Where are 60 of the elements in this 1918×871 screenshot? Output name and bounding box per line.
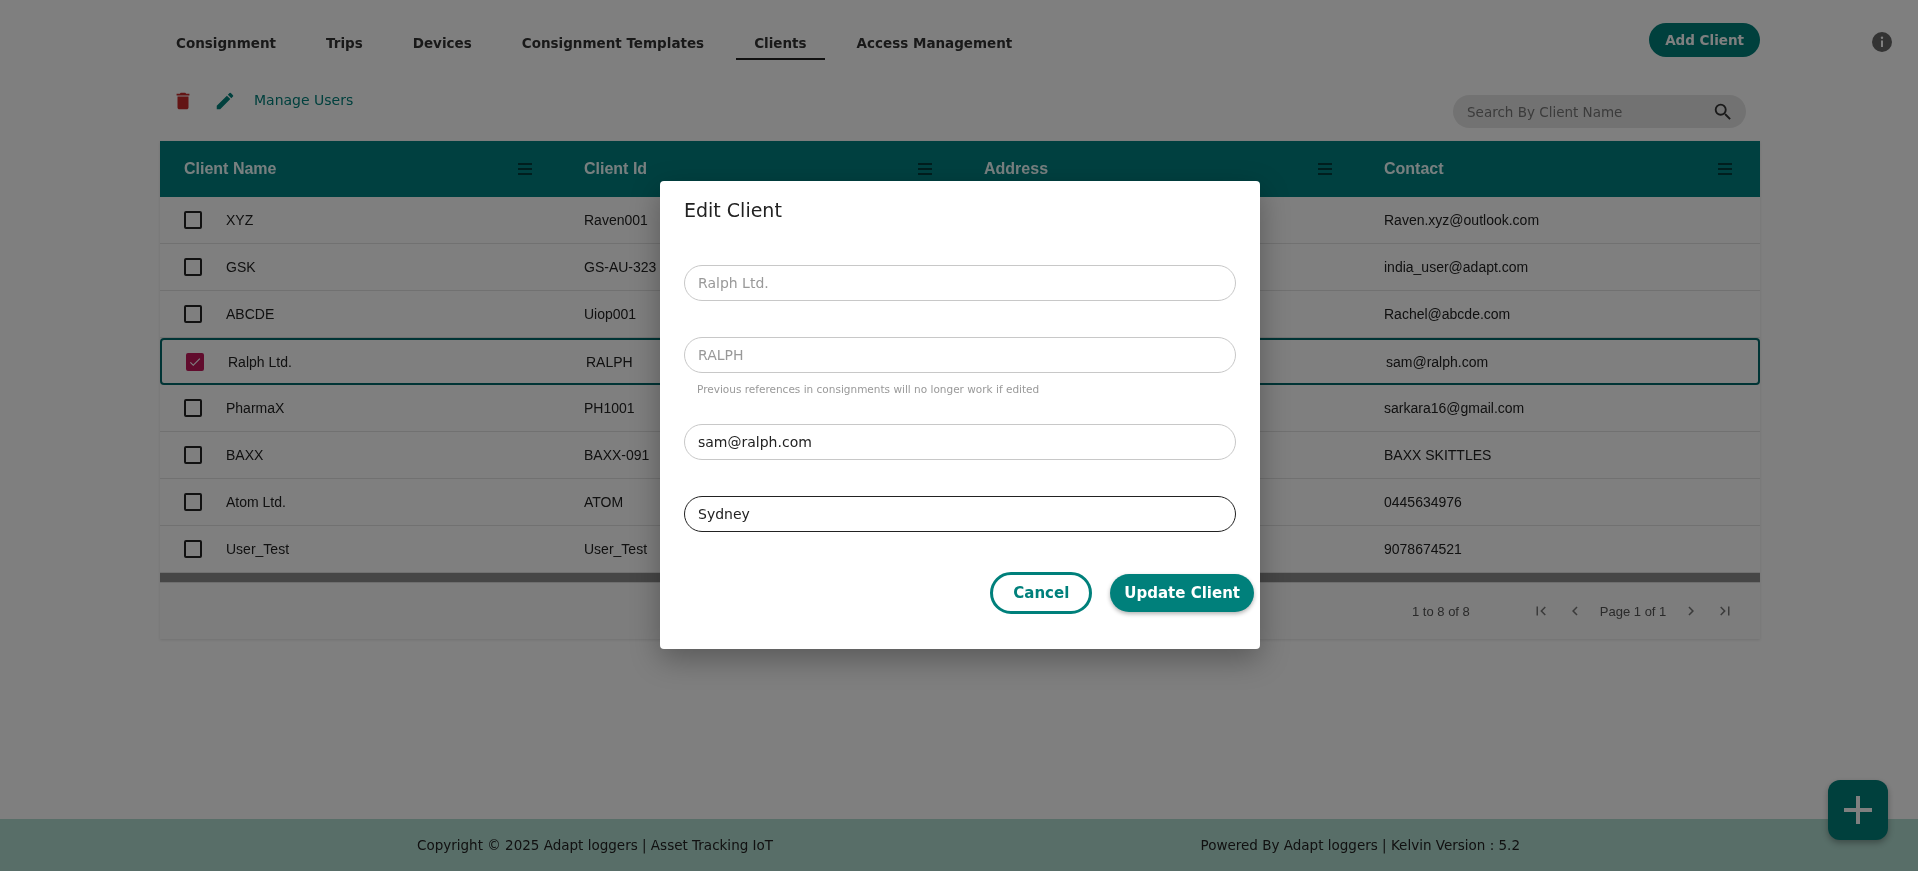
nav-tab[interactable]: Clients <box>736 20 825 60</box>
info-icon[interactable] <box>1872 32 1892 52</box>
table-cell: ATOM <box>584 494 624 510</box>
row-count: 1 to 8 of 8 <box>1412 603 1470 619</box>
table-cell: sarkara16@gmail.com <box>1384 400 1525 416</box>
checkbox[interactable] <box>184 211 202 229</box>
table-cell: Raven001 <box>584 212 648 228</box>
checkbox[interactable] <box>184 446 202 464</box>
column-title: Contact <box>1384 160 1444 178</box>
table-cell: XYZ <box>226 212 254 228</box>
input-field[interactable]: sam@ralph.com <box>684 424 1236 460</box>
nav-tab[interactable]: Consignment Templates <box>503 20 723 60</box>
nav-tab[interactable]: Trips <box>308 20 381 60</box>
table-cell: PH1001 <box>584 400 635 416</box>
checkbox[interactable] <box>184 540 202 558</box>
table-cell: RALPH <box>586 353 633 370</box>
add-fab[interactable] <box>1828 780 1888 840</box>
input-field[interactable]: Sydney <box>684 496 1236 532</box>
table-cell: GSK <box>226 259 256 275</box>
table-cell: Ralph Ltd. <box>228 353 292 370</box>
update-button[interactable]: Update Client <box>1110 574 1254 612</box>
column-header[interactable]: Contact <box>1360 141 1760 197</box>
table-cell: Rachel@abcde.com <box>1384 306 1511 322</box>
page-indicator: Page 1 of 1 <box>1599 603 1667 619</box>
checkbox[interactable] <box>184 493 202 511</box>
table-cell: Uiop001 <box>584 306 637 322</box>
checkbox[interactable] <box>184 305 202 323</box>
search-icon[interactable] <box>1712 101 1734 123</box>
field-hint: Previous references in consignments will no longer work if edited <box>697 383 1041 395</box>
cancel-button[interactable]: Cancel <box>990 572 1093 614</box>
nav-tab[interactable]: Devices <box>394 20 490 60</box>
copyright-text: Copyright © 2025 Adapt loggers | Asset Tracking IoT <box>417 837 774 853</box>
pencil-icon[interactable] <box>214 90 236 112</box>
checkbox[interactable] <box>184 399 202 417</box>
table-cell: BAXX <box>226 447 264 463</box>
checkbox[interactable] <box>184 258 202 276</box>
nav-tab[interactable]: Access Management <box>838 20 1031 60</box>
manage-users-link[interactable]: Manage Users <box>254 90 354 110</box>
column-title: Client Name <box>184 160 277 178</box>
dialog-title: Edit Client <box>684 199 783 221</box>
table-cell: Raven.xyz@outlook.com <box>1384 212 1540 228</box>
table-cell: BAXX-091 <box>584 447 650 463</box>
column-header[interactable]: Client Name <box>160 141 560 197</box>
table-cell: Atom Ltd. <box>226 494 286 510</box>
table-cell: ABCDE <box>226 306 275 322</box>
table-cell: sam@ralph.com <box>1386 353 1489 370</box>
column-title: Client Id <box>584 160 648 178</box>
table-cell: 9078674521 <box>1384 541 1462 557</box>
table-cell: GS-AU-323 <box>584 259 657 275</box>
checkbox[interactable] <box>186 352 204 371</box>
column-title: Address <box>984 160 1049 178</box>
add-client-button[interactable]: Add Client <box>1649 23 1760 57</box>
table-cell: PharmaX <box>226 400 285 416</box>
version-text: Powered By Adapt loggers | Kelvin Version : 5.2 <box>1200 837 1520 853</box>
table-cell: BAXX SKITTLES <box>1384 447 1492 463</box>
nav-tab[interactable]: Consignment <box>158 20 295 60</box>
table-cell: 0445634976 <box>1384 494 1462 510</box>
table-cell: User_Test <box>584 541 648 557</box>
table-cell: india_user@adapt.com <box>1384 259 1529 275</box>
table-cell: User_Test <box>226 541 290 557</box>
